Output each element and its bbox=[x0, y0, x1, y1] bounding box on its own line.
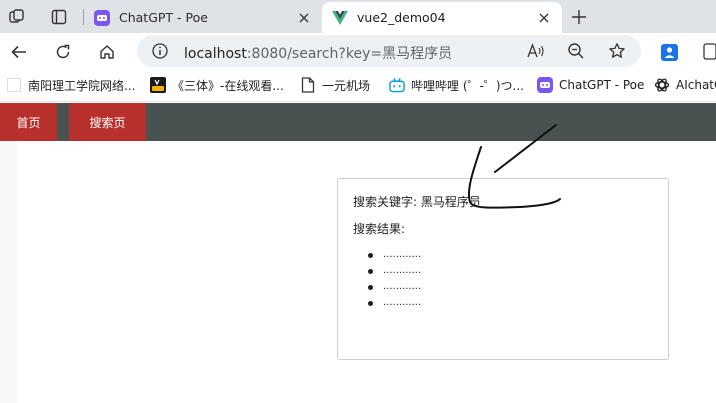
page-icon bbox=[300, 77, 316, 93]
url-text: localhost:8080/search?key=黑马程序员 bbox=[184, 43, 452, 63]
reload-icon[interactable] bbox=[50, 39, 76, 65]
favorite-star-icon[interactable] bbox=[607, 41, 627, 61]
search-results-label: 搜索结果: bbox=[353, 222, 406, 236]
close-icon[interactable] bbox=[296, 10, 312, 26]
search-keyword: 搜索关键字: 黑马程序员 bbox=[353, 195, 481, 209]
read-aloud-icon[interactable] bbox=[526, 41, 546, 61]
bookmark-label: 南阳理工学院网络... bbox=[28, 78, 136, 93]
bookmark-item[interactable]: 南阳理工学院网络... bbox=[6, 75, 135, 95]
bookmark-label: 哔哩哔哩 (゜-゜)つ... bbox=[411, 78, 524, 93]
close-icon[interactable] bbox=[536, 10, 552, 26]
bookmark-label: AIchatOS bbox=[676, 78, 716, 92]
result-item: ............ bbox=[368, 281, 421, 297]
zoom-icon[interactable] bbox=[566, 41, 586, 61]
bookmark-label: ChatGPT - Poe bbox=[559, 78, 645, 92]
openai-icon bbox=[654, 77, 670, 93]
poe-icon bbox=[537, 77, 553, 93]
left-gutter bbox=[0, 141, 17, 403]
url-path: :8080/search?key=黑马程序员 bbox=[246, 46, 453, 62]
nav-link-home[interactable]: 首页 bbox=[0, 103, 57, 141]
home-icon[interactable] bbox=[94, 39, 120, 65]
app-navbar: 首页 搜索页 bbox=[0, 103, 716, 141]
bookmark-label: 《三体》-在线观看... bbox=[172, 78, 284, 93]
result-item: ............ bbox=[368, 297, 421, 313]
blank-favicon-icon bbox=[6, 77, 22, 93]
bookmark-item[interactable]: AIchatOS bbox=[654, 75, 716, 95]
search-results-list: ............ ............ ............ .… bbox=[368, 249, 421, 313]
bookmark-item[interactable]: 一元机场 bbox=[300, 75, 370, 95]
video-site-icon bbox=[150, 77, 166, 93]
poe-icon bbox=[94, 9, 110, 26]
vue-icon bbox=[332, 10, 348, 26]
bookmark-item[interactable]: 《三体》-在线观看... bbox=[150, 75, 284, 95]
address-bar[interactable]: localhost:8080/search?key=黑马程序员 bbox=[137, 35, 641, 67]
browser-toolbar: localhost:8080/search?key=黑马程序员 bbox=[0, 33, 716, 69]
page-content: 首页 搜索页 搜索关键字: 黑马程序员 搜索结果: ............ .… bbox=[0, 103, 716, 403]
tab-chatgpt-poe[interactable]: ChatGPT - Poe bbox=[84, 2, 322, 33]
search-result-box: 搜索关键字: 黑马程序员 搜索结果: ............ ........… bbox=[337, 178, 669, 360]
more-menu-icon[interactable] bbox=[702, 42, 716, 62]
tab-title: vue2_demo04 bbox=[357, 10, 446, 25]
bookmark-item[interactable]: ChatGPT - Poe bbox=[537, 75, 644, 95]
workspaces-icon[interactable] bbox=[6, 6, 28, 28]
result-item: ............ bbox=[368, 249, 421, 265]
tab-title: ChatGPT - Poe bbox=[119, 10, 208, 25]
bookmark-item[interactable]: 哔哩哔哩 (゜-゜)つ... bbox=[389, 75, 524, 95]
bookmarks-bar: 南阳理工学院网络... 《三体》-在线观看... 一元机场 哔哩哔哩 (゜-゜)… bbox=[0, 69, 716, 102]
url-host: localhost bbox=[184, 46, 247, 62]
tab-actions-icon[interactable] bbox=[48, 6, 70, 28]
back-arrow-icon[interactable] bbox=[6, 39, 32, 65]
profile-extension-icon[interactable] bbox=[660, 42, 680, 62]
tab-vue2-demo04[interactable]: vue2_demo04 bbox=[322, 2, 562, 33]
new-tab-icon[interactable] bbox=[568, 6, 590, 28]
tab-strip: ChatGPT - Poe vue2_demo04 bbox=[0, 0, 716, 33]
info-icon[interactable] bbox=[151, 42, 169, 60]
bilibili-icon bbox=[389, 77, 405, 93]
result-item: ............ bbox=[368, 265, 421, 281]
nav-link-search[interactable]: 搜索页 bbox=[69, 103, 146, 141]
bookmark-label: 一元机场 bbox=[322, 78, 371, 93]
